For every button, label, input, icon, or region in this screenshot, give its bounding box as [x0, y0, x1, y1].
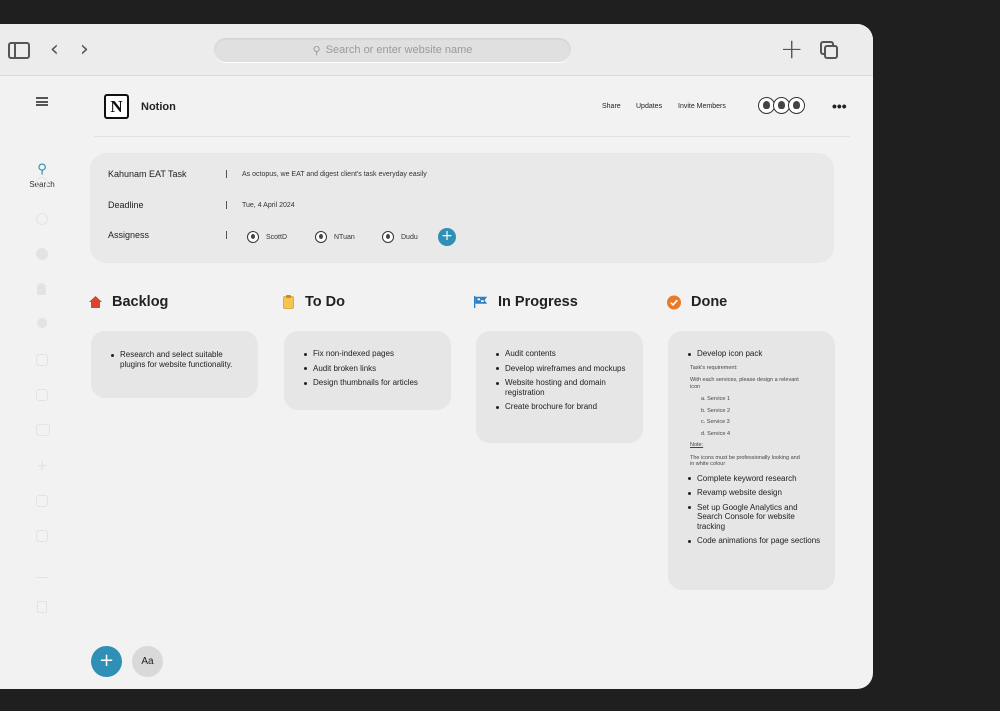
- avatar: [382, 231, 394, 243]
- font-style-button[interactable]: Aa: [132, 646, 163, 677]
- requirement-text: With each services, please design a rele…: [690, 377, 799, 390]
- list-item[interactable]: Website hosting and domain registration: [496, 378, 629, 397]
- search-icon: ⚲: [312, 43, 321, 57]
- search-icon: ⚲: [37, 162, 47, 177]
- menu-icon[interactable]: [36, 97, 48, 106]
- more-options-button[interactable]: •••: [832, 98, 847, 114]
- note-title: Note:: [690, 442, 704, 448]
- back-button[interactable]: ‹: [50, 37, 59, 63]
- column-title: In Progress: [498, 294, 578, 310]
- column-title: To Do: [305, 294, 345, 310]
- service-item: d. Service 4: [701, 430, 731, 437]
- list-item[interactable]: Audit contents: [496, 349, 629, 359]
- flag-icon: [474, 295, 488, 309]
- list-item[interactable]: Research and select suitable plugins for…: [111, 350, 244, 369]
- plus-circle-icon[interactable]: [36, 248, 48, 260]
- updates-link[interactable]: Updates: [636, 103, 662, 110]
- property-row-task: Kahunam EAT Task As octopus, we EAT and …: [90, 167, 834, 183]
- column-header-todo[interactable]: To Do: [281, 294, 345, 310]
- service-item: b. Service 2: [701, 407, 731, 414]
- board-icon[interactable]: [36, 424, 50, 436]
- header-divider: [94, 136, 850, 137]
- property-separator: [226, 201, 227, 209]
- trash-icon[interactable]: [37, 601, 47, 613]
- task-card-todo[interactable]: Fix non-indexed pages Audit broken links…: [284, 331, 451, 410]
- list-item[interactable]: Complete keyword research: [688, 474, 821, 484]
- task-properties-panel: Kahunam EAT Task As octopus, we EAT and …: [90, 153, 834, 263]
- property-label: Assigness: [108, 230, 150, 240]
- list-item[interactable]: Develop icon pack: [688, 349, 821, 359]
- layout-icon[interactable]: [36, 530, 48, 542]
- image-icon[interactable]: [36, 495, 48, 507]
- address-placeholder: Search or enter website name: [325, 44, 473, 56]
- tabs-overview-icon[interactable]: [820, 41, 838, 59]
- sidebar-toggle-icon[interactable]: [8, 42, 30, 59]
- column-header-done[interactable]: Done: [667, 294, 727, 310]
- list-item[interactable]: Set up Google Analytics and Search Conso…: [688, 503, 821, 532]
- app-title: Notion: [141, 101, 176, 113]
- add-assignee-button[interactable]: +: [438, 228, 456, 246]
- assignee-name: Dudu: [401, 233, 418, 241]
- browser-window: ‹ › ⚲ Search or enter website name + ⚲ S…: [0, 24, 873, 689]
- list-item[interactable]: Fix non-indexed pages: [304, 349, 437, 359]
- property-label: Deadline: [108, 200, 144, 210]
- property-separator: [226, 231, 227, 239]
- column-header-backlog[interactable]: Backlog: [88, 294, 168, 310]
- list-item[interactable]: Audit broken links: [304, 364, 437, 374]
- list-item[interactable]: Create brochure for brand: [496, 402, 629, 412]
- property-value[interactable]: As octopus, we EAT and digest client's t…: [242, 171, 427, 178]
- task-card-in-progress[interactable]: Audit contents Develop wireframes and mo…: [476, 331, 643, 443]
- house-icon: [88, 295, 102, 309]
- service-item: a. Service 1: [701, 396, 731, 402]
- browser-toolbar: ‹ › ⚲ Search or enter website name +: [0, 24, 873, 76]
- assignee-chip[interactable]: Dudu: [382, 229, 418, 245]
- assignee-name: ScottD: [266, 233, 288, 241]
- list-item[interactable]: Revamp website design: [688, 488, 821, 498]
- service-list: a. Service 1 b. Service 2 c. Service 3 d…: [701, 396, 821, 437]
- note-text: The icons must be professionally looking…: [690, 454, 800, 468]
- property-row-assignees: Assigness ScottD NTuan Dudu +: [90, 228, 834, 246]
- list-item[interactable]: Design thumbnails for articles: [304, 378, 437, 388]
- task-detail: Task's requirement: With each services, …: [690, 365, 821, 468]
- avatar: [247, 231, 259, 243]
- share-link[interactable]: Share: [602, 103, 621, 110]
- assignee-name: NTuan: [334, 233, 355, 241]
- property-row-deadline: Deadline Tue, 4 April 2024: [90, 198, 834, 214]
- list-item[interactable]: Develop wireframes and mockups: [496, 364, 629, 374]
- assignee-chip[interactable]: ScottD: [247, 229, 287, 245]
- column-title: Done: [691, 294, 728, 310]
- notion-logo: N: [104, 94, 129, 119]
- assignee-chip[interactable]: NTuan: [315, 229, 355, 245]
- clipboard-icon: [281, 295, 295, 309]
- add-page-button[interactable]: +: [91, 646, 122, 677]
- forward-button[interactable]: ›: [80, 37, 89, 63]
- address-bar[interactable]: ⚲ Search or enter website name: [214, 38, 571, 62]
- clock-icon[interactable]: [36, 177, 48, 189]
- new-tab-button[interactable]: +: [780, 34, 803, 64]
- left-rail: ⚲ Search +: [0, 77, 62, 689]
- invite-members-link[interactable]: Invite Members: [678, 103, 726, 110]
- task-card-backlog[interactable]: Research and select suitable plugins for…: [91, 331, 258, 398]
- task-card-done[interactable]: Develop icon pack Task's requirement: Wi…: [668, 331, 835, 590]
- property-label: Kahunam EAT Task: [108, 169, 187, 179]
- plus-icon[interactable]: +: [36, 459, 48, 473]
- settings-icon[interactable]: [36, 213, 48, 225]
- service-item: c. Service 3: [701, 419, 730, 425]
- deadline-value[interactable]: Tue, 4 April 2024: [242, 202, 295, 209]
- requirement-title: Task's requirement:: [690, 364, 738, 371]
- avatar: [788, 97, 805, 114]
- user-icon[interactable]: [37, 318, 47, 328]
- check-circle-icon: [667, 295, 681, 309]
- calendar-icon[interactable]: [36, 354, 48, 366]
- list-item[interactable]: Code animations for page sections: [688, 536, 821, 546]
- avatar: [315, 231, 327, 243]
- gallery-icon[interactable]: [36, 389, 48, 401]
- column-title: Backlog: [112, 294, 169, 310]
- bell-icon[interactable]: [37, 283, 46, 295]
- download-icon[interactable]: [36, 566, 48, 578]
- column-header-in-progress[interactable]: In Progress: [474, 294, 578, 310]
- property-separator: [226, 170, 227, 178]
